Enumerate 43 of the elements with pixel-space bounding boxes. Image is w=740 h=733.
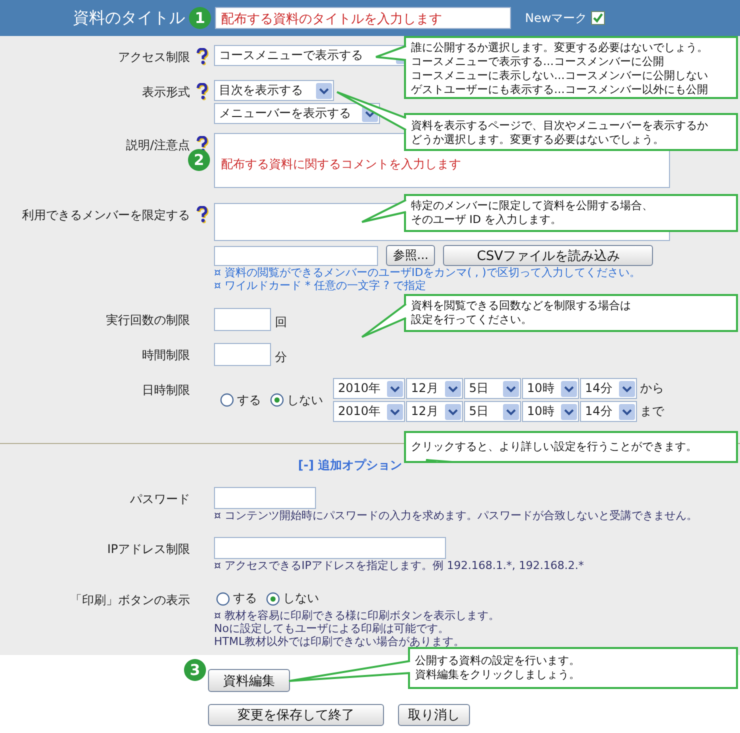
tooltip-text: コースメニューで表示する…コースメンバーに公開: [411, 55, 665, 69]
new-mark-label: Newマーク: [525, 10, 588, 26]
field-label: 時間制限: [141, 347, 190, 364]
tooltip-text: どうか選択します。変更する必要はないでしょう。: [411, 133, 665, 147]
tooltip-text: クリックすると、より詳しい設定を行うことができます。: [411, 440, 698, 454]
field-label: 利用できるメンバーを限定する: [21, 207, 190, 224]
tooltip-text: そのユーザ ID を入力します。: [411, 213, 562, 227]
range-label: まで: [640, 403, 664, 420]
unit-label: 回: [275, 314, 287, 331]
option-label: する: [237, 392, 261, 408]
tooltip-text: コースメニューに表示しない…コースメンバーに公開しない: [411, 69, 709, 83]
field-label: パスワード: [129, 491, 190, 508]
unit-label: 分: [275, 349, 287, 366]
field-label: 日時制限: [141, 382, 190, 399]
range-label: から: [640, 380, 664, 397]
field-label: 実行回数の制限: [105, 312, 190, 329]
hint-text: ¤ 教材を容易に印刷できる様に印刷ボタンを表示します。: [214, 609, 500, 622]
hint-text: ¤ ワイルドカード * 任意の一文字 ? で指定: [214, 279, 426, 292]
hint-text: HTML教材以外では印刷できない場合があります。: [214, 635, 465, 648]
tooltip-text: 誰に公開するか選択します。変更する必要はないでしょう。: [411, 41, 709, 55]
hint-text: ¤ 資料の閲覧ができるメンバーのユーザIDをカンマ( , )で区切って入力してください。: [214, 266, 640, 279]
field-label: 説明/注意点: [124, 137, 190, 154]
tooltip-text: 特定のメンバーに限定して資料を公開する場合、: [411, 199, 654, 213]
step-badge: 1: [189, 7, 211, 29]
step-badge: 3: [184, 659, 206, 681]
tooltip-text: 公開する資料の設定を行います。: [415, 654, 581, 668]
option-label: しない: [283, 590, 319, 607]
tooltip-text: 資料を閲覧できる回数などを制限する場合は: [411, 299, 632, 313]
field-label: 「印刷」ボタンの表示: [69, 592, 190, 609]
hint-text: ¤ アクセスできるIPアドレスを指定します。例 192.168.1.*, 192.168.2.*: [214, 559, 584, 572]
tooltip-text: ゲストユーザーにも表示する…コースメンバー以外にも公開: [411, 83, 709, 97]
hint-text: Noに設定してもユーザによる印刷は可能です。: [214, 622, 449, 635]
tooltip-text: 資料を表示するページで、目次やメニューバーを表示するか: [411, 119, 709, 133]
field-label: アクセス制限: [117, 49, 190, 66]
field-label: IPアドレス制限: [106, 541, 190, 558]
tooltip-text: 設定を行ってください。: [411, 313, 533, 327]
title-label: 資料のタイトル: [72, 8, 185, 28]
option-label: する: [233, 590, 257, 607]
tooltip-text: 資料編集をクリックしましょう。: [415, 668, 581, 682]
hint-text: ¤ コンテンツ開始時にパスワードの入力を求めます。パスワードが合致しないと受講できません。: [214, 509, 698, 522]
step-badge: 2: [188, 149, 210, 171]
field-label: 表示形式: [141, 84, 190, 101]
option-label: しない: [287, 392, 323, 408]
